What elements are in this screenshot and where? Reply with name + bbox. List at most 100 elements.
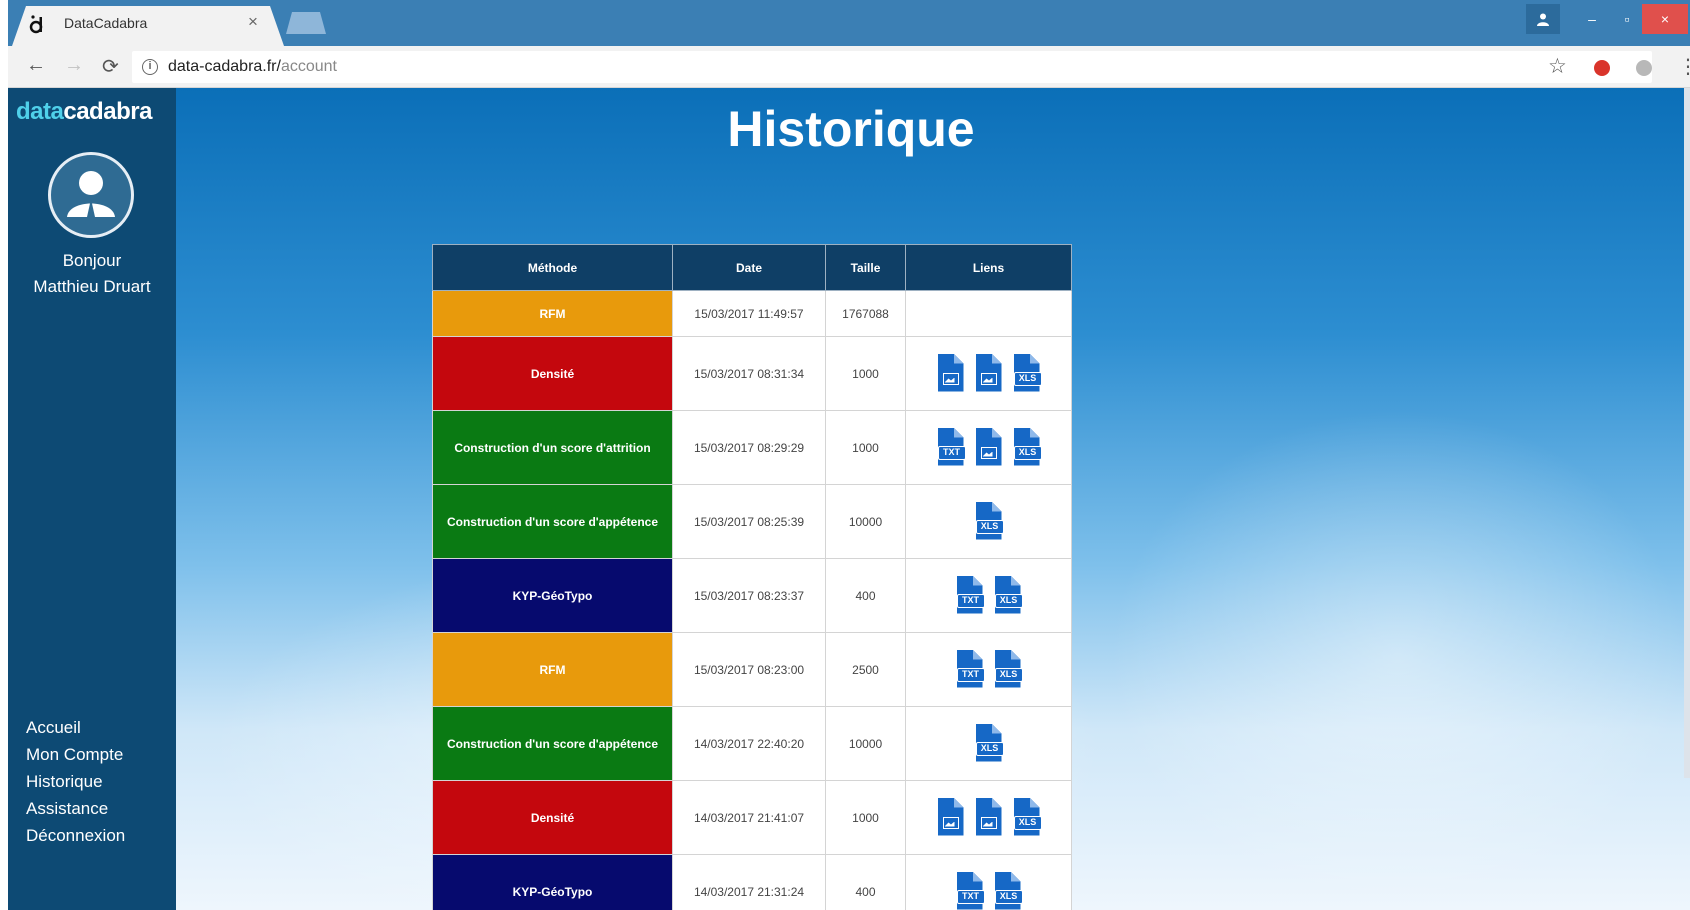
date-cell: 15/03/2017 08:29:29: [672, 410, 826, 485]
nav-deconnexion[interactable]: Déconnexion: [26, 822, 125, 849]
xls-file-icon[interactable]: XLS: [993, 871, 1023, 910]
size-cell: 1000: [825, 336, 906, 411]
url-text: data-cadabra.fr/account: [168, 58, 337, 75]
date-cell: 15/03/2017 08:25:39: [672, 484, 826, 559]
table-row: Construction d'un score d'attrition 15/03…: [432, 410, 1072, 485]
date-cell: 14/03/2017 22:40:20: [672, 706, 826, 781]
minimize-button[interactable]: –: [1572, 4, 1612, 34]
xls-file-icon[interactable]: XLS: [1012, 353, 1042, 394]
size-cell: 10000: [825, 484, 906, 559]
size-cell: 400: [825, 558, 906, 633]
links-cell: XLS: [905, 484, 1072, 559]
date-cell: 14/03/2017 21:31:24: [672, 854, 826, 910]
method-cell: Densité: [432, 336, 673, 411]
info-icon[interactable]: i: [142, 59, 158, 75]
nav-assistance[interactable]: Assistance: [26, 795, 125, 822]
back-arrow-icon[interactable]: ←: [26, 54, 46, 77]
links-cell: [905, 290, 1072, 337]
nav-historique[interactable]: Historique: [26, 768, 125, 795]
size-cell: 1000: [825, 780, 906, 855]
table-row: Construction d'un score d'appétence 14/03…: [432, 706, 1072, 781]
method-cell: RFM: [432, 632, 673, 707]
xls-file-icon[interactable]: XLS: [1012, 427, 1042, 468]
size-cell: 1000: [825, 410, 906, 485]
scrollbar[interactable]: [1684, 88, 1690, 778]
xls-file-label: XLS: [1013, 445, 1042, 460]
txt-file-label: TXT: [956, 889, 985, 904]
size-cell: 400: [825, 854, 906, 910]
xls-file-label: XLS: [975, 519, 1004, 534]
method-cell: Construction d'un score d'attrition: [432, 410, 673, 485]
image-file-icon[interactable]: [936, 353, 966, 394]
header-date: Date: [672, 244, 826, 291]
browser-tab-bar: DataCadabra × – ▫ ×: [0, 0, 1690, 46]
size-cell: 2500: [825, 632, 906, 707]
table-row: RFM 15/03/2017 08:23:00 2500 TXT XLS: [432, 632, 1072, 707]
page-title: Historique: [727, 101, 975, 157]
browser-tab[interactable]: [12, 6, 284, 46]
links-cell: TXT XLS: [905, 632, 1072, 707]
image-file-icon[interactable]: [974, 427, 1004, 468]
table-row: KYP-GéoTypo 14/03/2017 21:31:24 400 TXT XLS: [432, 854, 1072, 910]
address-bar: ← → ⟳ i data-cadabra.fr/account ☆ ⋮: [8, 46, 1690, 88]
xls-file-icon[interactable]: XLS: [974, 723, 1004, 764]
header-liens: Liens: [905, 244, 1072, 291]
maximize-button[interactable]: ▫: [1612, 4, 1642, 34]
history-table: Méthode Date Taille Liens RFM 15/03/2017 …: [432, 244, 1072, 910]
txt-file-icon[interactable]: TXT: [955, 575, 985, 616]
url-input[interactable]: i data-cadabra.fr/account: [132, 51, 1652, 83]
xls-file-icon[interactable]: XLS: [974, 501, 1004, 542]
size-cell: 10000: [825, 706, 906, 781]
bookmark-star-icon[interactable]: ☆: [1548, 54, 1567, 79]
xls-file-label: XLS: [994, 593, 1023, 608]
xls-file-label: XLS: [994, 667, 1023, 682]
xls-file-icon[interactable]: XLS: [993, 575, 1023, 616]
header-methode: Méthode: [432, 244, 673, 291]
method-cell: KYP-GéoTypo: [432, 854, 673, 910]
image-file-icon[interactable]: [974, 353, 1004, 394]
nav-accueil[interactable]: Accueil: [26, 714, 125, 741]
tab-title: DataCadabra: [64, 15, 148, 31]
extension-gray-icon[interactable]: [1636, 60, 1652, 76]
xls-file-icon[interactable]: XLS: [993, 649, 1023, 690]
date-cell: 15/03/2017 11:49:57: [672, 290, 826, 337]
table-row: KYP-GéoTypo 15/03/2017 08:23:37 400 TXT XLS: [432, 558, 1072, 633]
size-cell: 1767088: [825, 290, 906, 337]
xls-file-label: XLS: [994, 889, 1023, 904]
method-cell: Construction d'un score d'appétence: [432, 706, 673, 781]
image-file-icon[interactable]: [936, 797, 966, 838]
favicon-icon: [29, 15, 43, 34]
table-row: RFM 15/03/2017 11:49:57 1767088: [432, 290, 1072, 337]
txt-file-label: TXT: [956, 667, 985, 682]
method-cell: RFM: [432, 290, 673, 337]
menu-dots-icon[interactable]: ⋮: [1678, 54, 1690, 79]
xls-file-icon[interactable]: XLS: [1012, 797, 1042, 838]
close-window-button[interactable]: ×: [1642, 4, 1688, 34]
txt-file-icon[interactable]: TXT: [955, 871, 985, 910]
greeting: Bonjour Matthieu Druart: [8, 248, 176, 300]
tab-close-icon[interactable]: ×: [248, 12, 258, 32]
links-cell: TXT XLS: [905, 854, 1072, 910]
new-tab-button[interactable]: [286, 12, 326, 34]
txt-file-label: TXT: [937, 445, 966, 460]
xls-file-label: XLS: [975, 741, 1004, 756]
sidebar-nav: Accueil Mon Compte Historique Assistance…: [26, 714, 125, 849]
links-cell: XLS: [905, 706, 1072, 781]
xls-file-label: XLS: [1013, 815, 1042, 830]
date-cell: 14/03/2017 21:41:07: [672, 780, 826, 855]
table-row: Densité 14/03/2017 21:41:07 1000 XLS: [432, 780, 1072, 855]
image-file-icon[interactable]: [974, 797, 1004, 838]
logo[interactable]: datacadabra: [16, 98, 152, 126]
table-row: Densité 15/03/2017 08:31:34 1000 XLS: [432, 336, 1072, 411]
sidebar: datacadabra Bonjour Matthieu Druart Accu…: [8, 88, 176, 910]
txt-file-icon[interactable]: TXT: [955, 649, 985, 690]
forward-arrow-icon[interactable]: →: [64, 54, 84, 77]
header-taille: Taille: [825, 244, 906, 291]
extension-red-icon[interactable]: [1594, 60, 1610, 76]
avatar: [48, 152, 134, 238]
profile-icon[interactable]: [1526, 4, 1560, 34]
nav-mon-compte[interactable]: Mon Compte: [26, 741, 125, 768]
txt-file-icon[interactable]: TXT: [936, 427, 966, 468]
reload-icon[interactable]: ⟳: [102, 54, 119, 79]
links-cell: XLS: [905, 336, 1072, 411]
